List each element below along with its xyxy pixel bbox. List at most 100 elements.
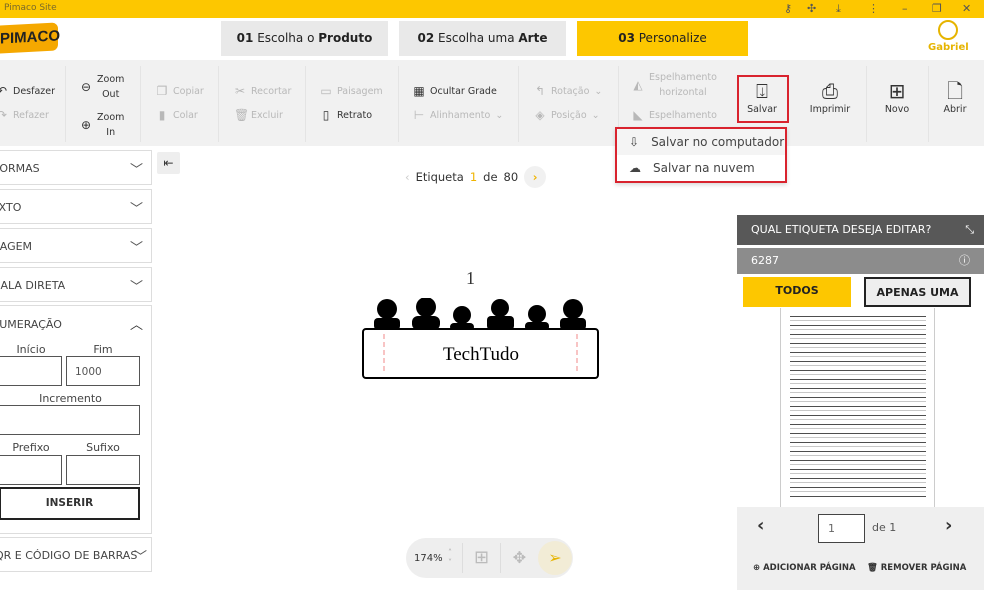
suffix-input[interactable] — [66, 455, 140, 485]
pimaco-logo[interactable]: PIMACO — [0, 22, 60, 54]
save-highlight — [737, 75, 789, 123]
increment-input[interactable] — [0, 405, 140, 435]
copy-icon: ❐ — [156, 84, 168, 98]
rotation-dropdown[interactable]: ↰ Rotação ⌄ — [534, 84, 602, 98]
remove-page-button[interactable]: 🗑 REMOVER PÁGINA — [867, 563, 966, 573]
key-icon[interactable]: ⚷ — [784, 2, 792, 15]
info-icon[interactable]: ⓘ — [959, 248, 970, 274]
restore-icon[interactable]: ❐ — [932, 2, 942, 15]
paste-icon: ▮ — [158, 108, 166, 122]
more-icon[interactable]: ⋮ — [868, 2, 879, 15]
paste-button[interactable]: ▮ Colar — [156, 108, 198, 122]
chevron-down-icon: ⌄ — [495, 109, 504, 121]
layers-icon: ◈ — [535, 108, 545, 122]
redo-button[interactable]: ↷ Refazer — [0, 108, 49, 122]
file-icon: 🗋 — [946, 79, 964, 103]
section-texto[interactable]: TEXTO﹀ — [0, 189, 152, 224]
save-menu: ⇩ Salvar no computador ☁ Salvar na nuvem — [615, 127, 787, 183]
chevron-down-icon: ﹀ — [129, 202, 143, 217]
insert-button[interactable]: INSERIR — [0, 487, 140, 520]
zoom-in-icon: ⊕ — [80, 118, 92, 132]
prefix-input[interactable] — [0, 455, 62, 485]
align-icon: ⊢ — [413, 108, 425, 122]
chevron-down-icon: ⌄ — [591, 109, 600, 121]
user-icon — [938, 20, 958, 40]
chevron-down-icon: ﹀ — [133, 550, 147, 565]
collapse-icon[interactable]: ⤡ — [965, 215, 974, 245]
save-computer-item[interactable]: ⇩ Salvar no computador — [617, 129, 785, 155]
close-icon[interactable]: ✕ — [962, 2, 971, 15]
minimize-icon[interactable]: – — [902, 2, 908, 15]
new-file-icon: ⊞ — [888, 79, 906, 103]
section-numeracao-header[interactable]: NUMERAÇÃO — [0, 318, 62, 331]
open-button[interactable]: 🗋 Abrir — [930, 78, 980, 115]
download-icon[interactable]: ⤓ — [836, 2, 841, 16]
prev-page-button[interactable]: ‹ — [757, 515, 764, 536]
start-input[interactable] — [0, 356, 62, 386]
user-menu[interactable]: Gabriel — [928, 20, 969, 53]
portrait-button[interactable]: ▯ Retrato — [320, 108, 372, 122]
delete-button[interactable]: 🗑 Excluir — [234, 108, 283, 122]
end-input[interactable]: 1000 — [66, 356, 140, 386]
prev-label-button[interactable]: ‹ — [405, 170, 410, 184]
mirror-horizontal-icon: ◭ — [633, 78, 643, 92]
chevron-down-icon: ﹀ — [129, 163, 143, 178]
puzzle-icon[interactable]: ✣ — [807, 2, 816, 15]
print-button[interactable]: ⎙ Imprimir — [805, 78, 855, 115]
step-tab-arte[interactable]: 02 Escolha uma Arte — [399, 21, 566, 56]
landscape-button[interactable]: ▭ Paisagem — [320, 84, 382, 98]
landscape-icon: ▭ — [320, 84, 332, 98]
panel-title: QUAL ETIQUETA DESEJA EDITAR? ⤡ — [737, 215, 984, 245]
printer-icon: ⎙ — [822, 79, 838, 103]
mirror-horizontal-button[interactable]: ◭ Espelhamento horizontal — [632, 70, 717, 100]
select-pointer-icon[interactable]: ➢ — [538, 541, 572, 575]
zoom-bar: 174% ˄ ˅ ⊞ ✥ ➢ — [406, 538, 573, 578]
plus-circle-icon: ⊕ — [753, 563, 761, 573]
step-tab-produto[interactable]: 01 Escolha o Produto — [221, 21, 388, 56]
move-icon[interactable]: ✥ — [500, 543, 538, 573]
section-mala-direta[interactable]: MALA DIRETA﹀ — [0, 267, 152, 302]
cloud-upload-icon: ☁ — [629, 161, 641, 175]
collapse-panel-button[interactable]: ⇤ — [157, 152, 180, 174]
scissors-icon: ✂ — [234, 84, 246, 98]
section-qr-barcode[interactable]: QR E CÓDIGO DE BARRAS ﹀ — [0, 537, 152, 572]
label-pager: ‹ Etiqueta 1 de 80 › — [405, 165, 565, 189]
page-input[interactable]: 1 — [818, 514, 865, 543]
chevron-down-icon: ﹀ — [129, 241, 143, 256]
step-tab-personalize[interactable]: 03 Personalize — [577, 21, 748, 56]
section-formas[interactable]: FORMAS﹀ — [0, 150, 152, 185]
hide-grid-button[interactable]: ▦ Ocultar Grade — [413, 84, 496, 98]
zoom-out-button[interactable]: ⊖ Zoom Out — [80, 72, 124, 102]
next-page-button[interactable]: › — [945, 515, 952, 536]
copy-button[interactable]: ❐ Copiar — [156, 84, 204, 98]
grid-toggle-icon[interactable]: ⊞ — [462, 543, 500, 573]
title-bar: Pimaco Site ⚷ ✣ ⤓ ⋮ – ❐ ✕ — [0, 0, 984, 18]
toolbar: ↶ Desfazer ↷ Refazer ⊖ Zoom Out ⊕ Zoom In ❐ Cop… — [0, 60, 984, 146]
label-canvas[interactable]: TechTudo — [362, 298, 599, 380]
undo-button[interactable]: ↶ Desfazer — [0, 84, 55, 98]
zoom-out-icon: ⊖ — [80, 80, 92, 94]
zoom-in-button[interactable]: ⊕ Zoom In — [80, 110, 124, 140]
single-label-button[interactable]: APENAS UMA — [864, 277, 971, 307]
position-dropdown[interactable]: ◈ Posição ⌄ — [534, 108, 600, 122]
save-cloud-item[interactable]: ☁ Salvar na nuvem — [617, 155, 785, 181]
cut-button[interactable]: ✂ Recortar — [234, 84, 291, 98]
file-download-icon: ⇩ — [629, 135, 640, 149]
zoom-stepper[interactable]: ˄ ˅ — [448, 548, 462, 568]
portrait-icon: ▯ — [322, 108, 330, 122]
label-number: 1 — [466, 268, 475, 288]
align-dropdown[interactable]: ⊢ Alinhamento ⌄ — [413, 108, 504, 122]
chevron-down-icon: ⌄ — [594, 85, 603, 97]
new-button[interactable]: ⊞ Novo — [872, 78, 922, 115]
label-selector-panel: QUAL ETIQUETA DESEJA EDITAR? ⤡ 6287 ⓘ TODO… — [737, 215, 984, 590]
page-thumbnail[interactable] — [780, 308, 935, 508]
add-page-button[interactable]: ⊕ ADICIONAR PÁGINA — [753, 563, 856, 573]
section-imagem[interactable]: IMAGEM﹀ — [0, 228, 152, 263]
label-code: 6287 ⓘ — [737, 248, 984, 274]
mirror-vertical-button[interactable]: ◣ Espelhamento — [632, 108, 717, 122]
chevron-up-icon[interactable]: ︿ — [130, 314, 143, 333]
zoom-level: 174% — [414, 552, 443, 564]
next-label-button[interactable]: › — [524, 166, 547, 188]
undo-icon: ↶ — [0, 84, 8, 98]
all-labels-button[interactable]: TODOS — [743, 277, 851, 307]
